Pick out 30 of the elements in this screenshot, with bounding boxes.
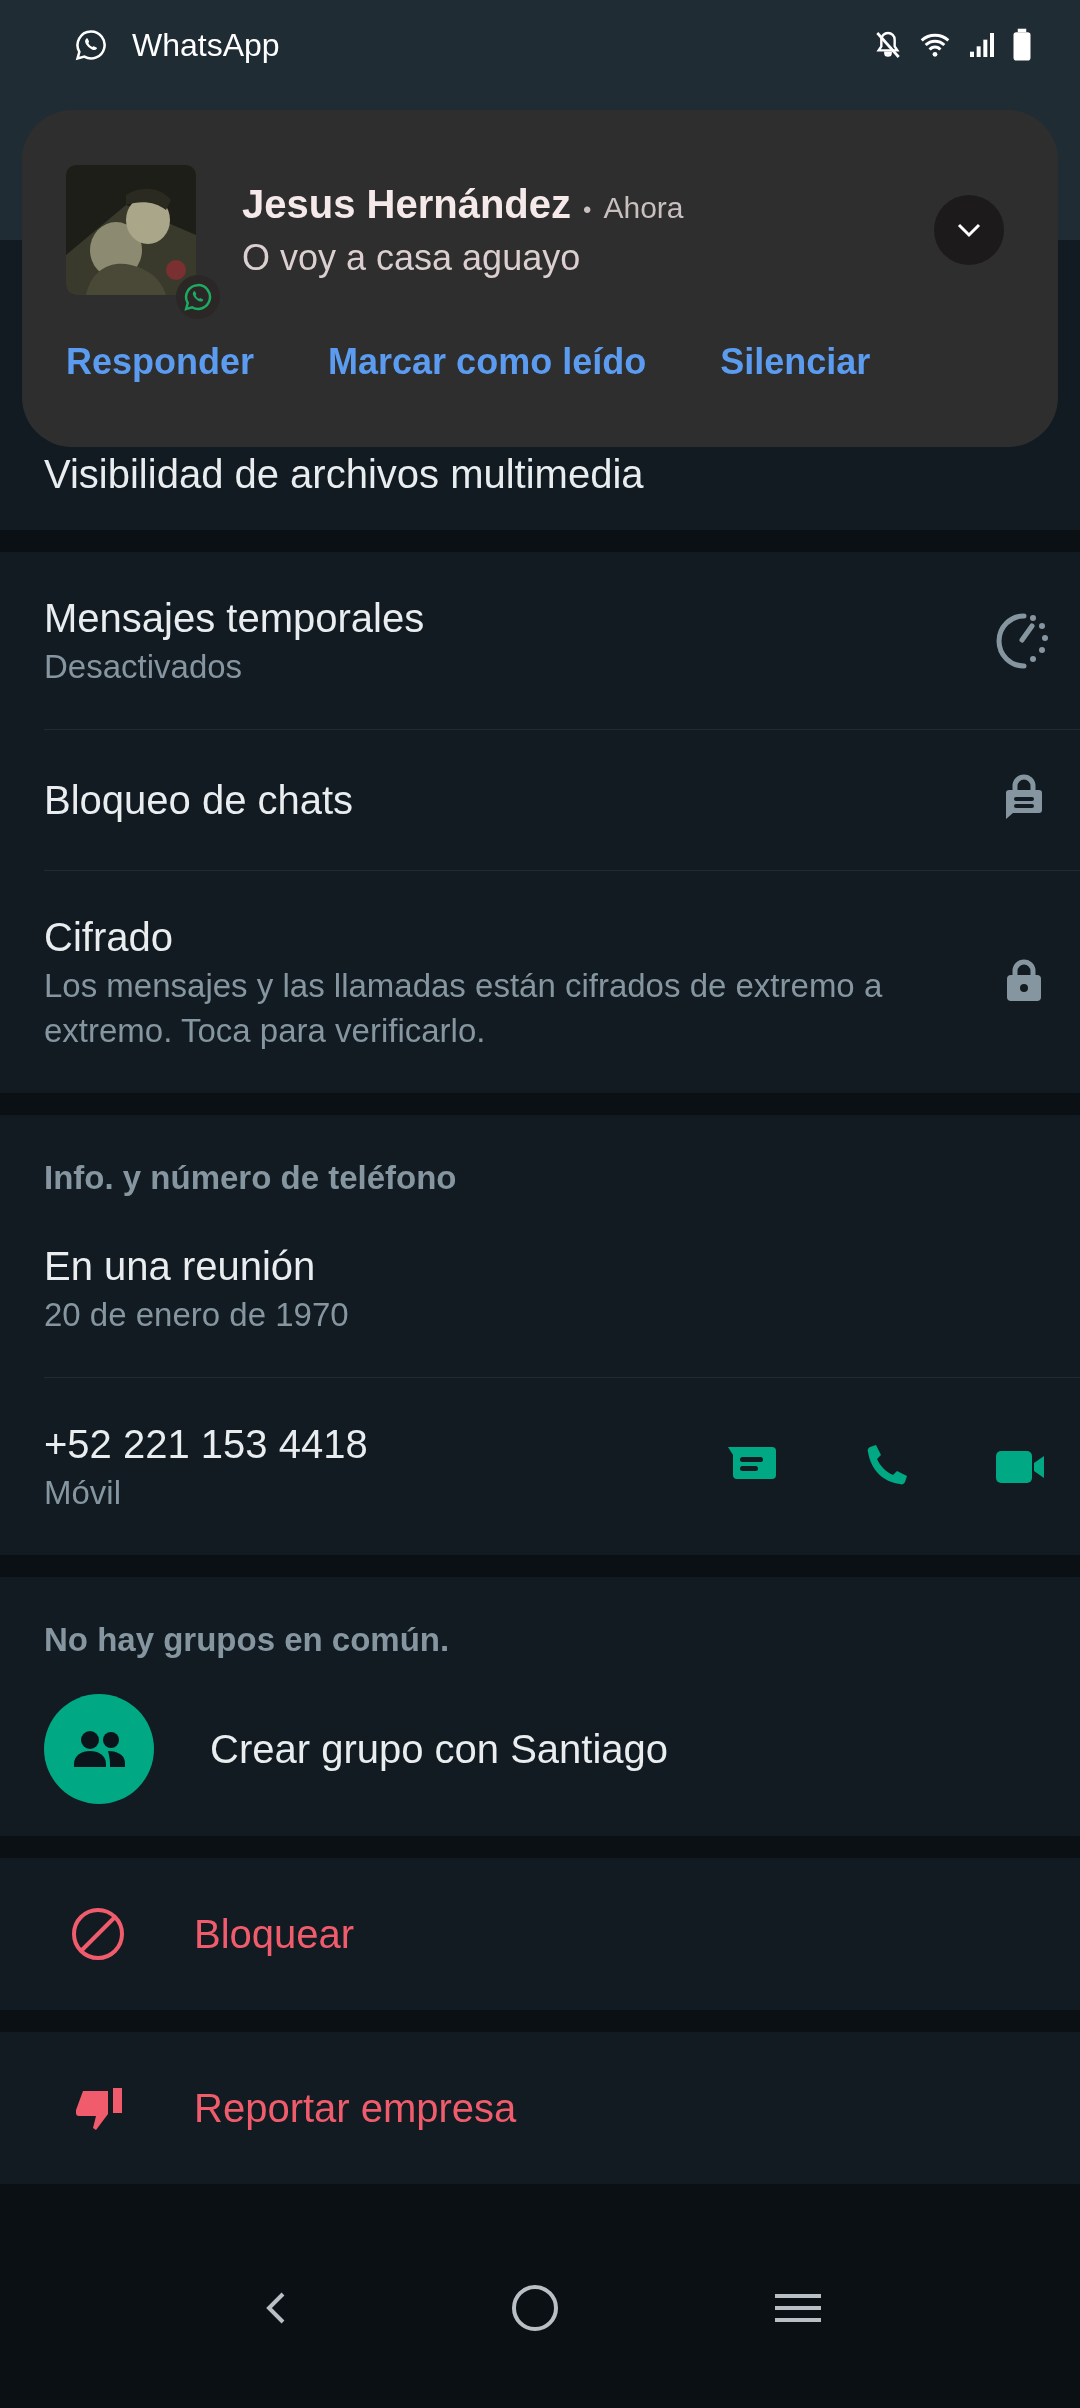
setting-title: Cifrado — [44, 914, 174, 961]
notification-card[interactable]: Jesus Hernández • Ahora O voy a casa aguayo Responder Marcar como leído Silenciar — [22, 110, 1058, 447]
notification-action[interactable]: Marcar como leído — [328, 341, 647, 383]
setting-title: +52 221 153 4418 — [44, 1421, 369, 1468]
block-icon — [70, 1906, 126, 1962]
setting-title: Visibilidad de archivos multimedia — [44, 451, 645, 498]
setting-subtitle: 20 de enero de 1970 — [44, 1295, 350, 1335]
notification-action[interactable]: Silenciar — [720, 341, 871, 383]
whatsapp-icon — [74, 28, 108, 62]
setting-subtitle: Desactivados — [44, 647, 244, 687]
section-header: No hay grupos en común. — [43, 1620, 451, 1660]
setting-subtitle: Los mensajes y las llamadas están cifrados de extremo a extremo. Toca para verificarlo. — [44, 966, 884, 1051]
setting-title[interactable]: Crear grupo con Santiago — [210, 1723, 1036, 1775]
setting-subtitle: Móvil — [44, 1473, 122, 1513]
setting-title: Mensajes temporales — [44, 595, 426, 642]
action-label[interactable]: Reportar empresa — [194, 2082, 1036, 2134]
setting-title: En una reunión — [44, 1243, 317, 1290]
notification-action[interactable]: Responder — [66, 341, 255, 383]
app-name: WhatsApp — [132, 26, 280, 64]
battery-icon — [1012, 28, 1032, 62]
group-avatar-icon[interactable] — [44, 1694, 154, 1804]
home-icon[interactable] — [510, 2283, 560, 2333]
notification-message: O voy a casa aguayo — [242, 236, 582, 279]
setting-title: Bloqueo de chats — [44, 777, 355, 824]
separator-dot: • — [583, 195, 592, 224]
section-header: Info. y número de teléfono — [43, 1158, 458, 1198]
whatsapp-badge-icon — [183, 282, 213, 312]
sender-name: Jesus Hernández — [242, 181, 572, 227]
action-label[interactable]: Bloquear — [194, 1908, 1036, 1960]
notification-time: Ahora — [603, 190, 684, 225]
